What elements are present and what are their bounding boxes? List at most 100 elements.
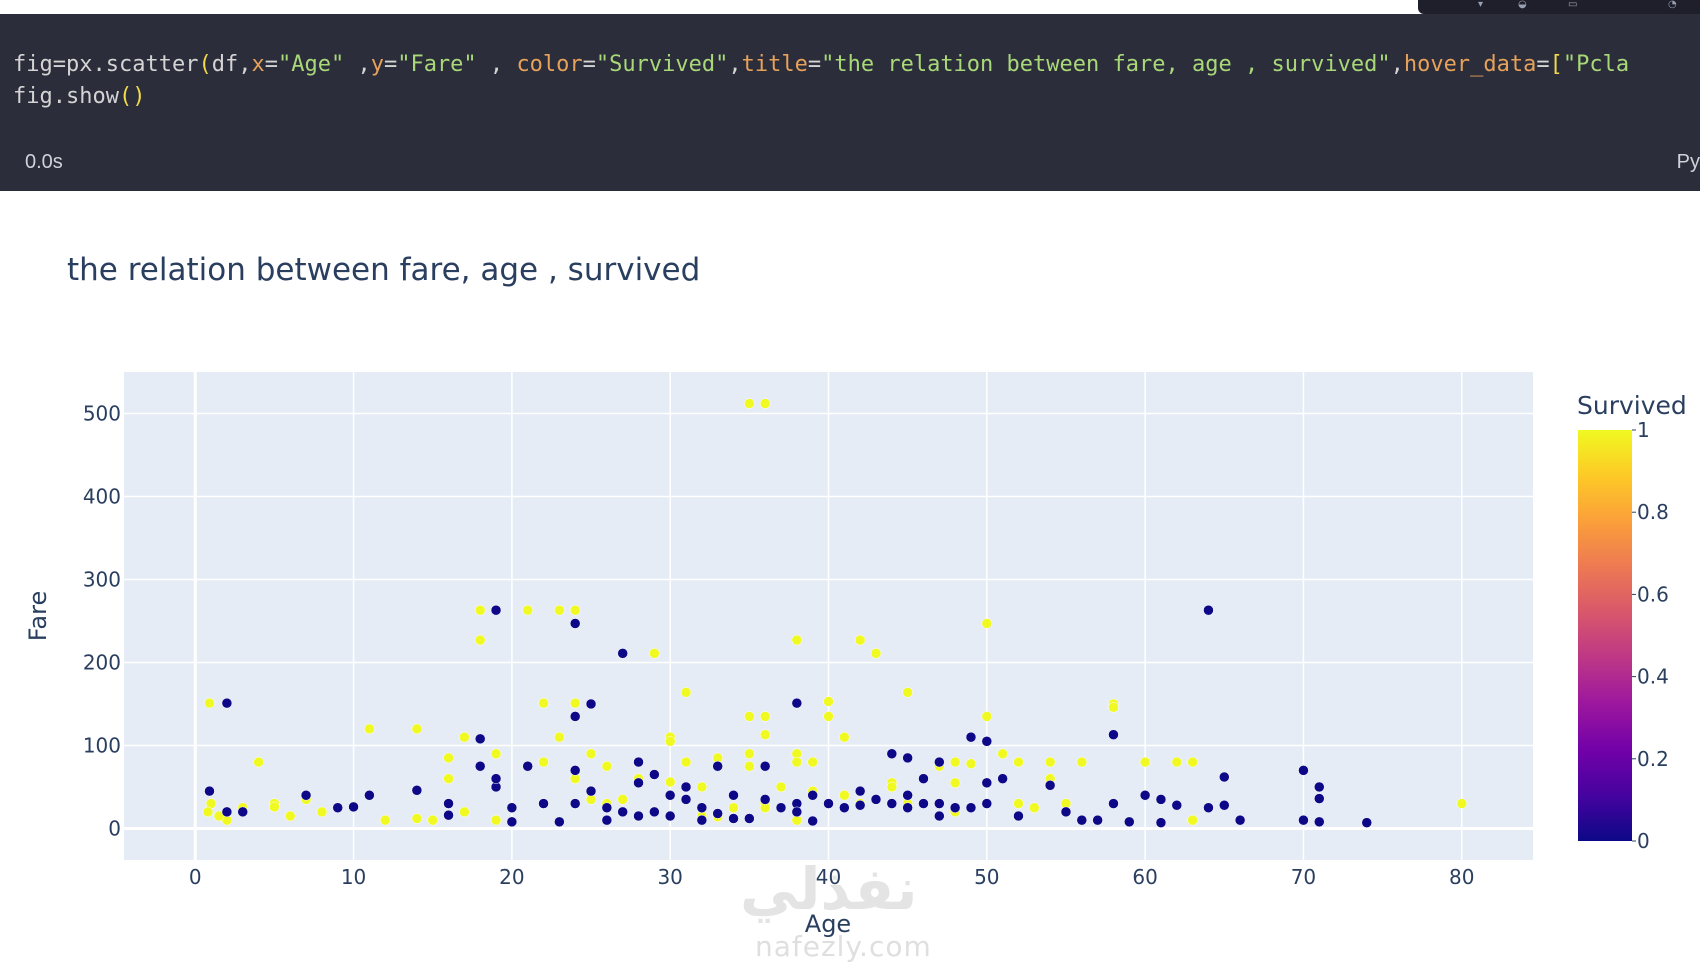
scatter-point-survived-1[interactable] [554,604,565,616]
scatter-point-survived-0[interactable] [1219,771,1230,783]
scatter-point-survived-0[interactable] [1219,799,1230,811]
scatter-point-survived-0[interactable] [934,810,945,822]
scatter-point-survived-0[interactable] [934,756,945,768]
scatter-point-survived-0[interactable] [204,785,215,797]
scatter-point-survived-1[interactable] [664,736,676,747]
scatter-point-survived-1[interactable] [775,781,787,793]
scatter-point-survived-0[interactable] [823,798,834,809]
scatter-point-survived-0[interactable] [965,802,977,813]
scatter-point-survived-0[interactable] [1234,814,1246,826]
scatter-point-survived-1[interactable] [538,756,549,768]
scatter-point-survived-1[interactable] [522,604,533,616]
scatter-point-survived-1[interactable] [680,687,692,698]
scatter-point-survived-0[interactable] [728,813,739,824]
scatter-point-survived-1[interactable] [981,618,993,629]
scatter-point-survived-0[interactable] [1361,817,1373,828]
scatter-point-survived-0[interactable] [870,794,882,805]
scatter-point-survived-0[interactable] [807,815,818,827]
scatter-point-survived-1[interactable] [744,748,755,760]
scatter-point-survived-1[interactable] [1029,802,1040,813]
scatter-point-survived-1[interactable] [759,398,771,409]
scatter-point-survived-0[interactable] [965,731,977,743]
scatter-point-survived-0[interactable] [981,736,993,747]
scatter-point-survived-0[interactable] [680,781,692,793]
scatter-point-survived-0[interactable] [411,785,423,796]
scatter-point-survived-1[interactable] [427,814,438,826]
scatter-point-survived-0[interactable] [633,810,644,822]
scatter-point-survived-0[interactable] [1076,814,1088,826]
scatter-point-survived-0[interactable] [300,790,312,801]
scatter-point-survived-0[interactable] [221,806,233,818]
scatter-point-survived-1[interactable] [490,748,502,760]
scatter-point-survived-1[interactable] [1108,702,1119,713]
scatter-point-survived-1[interactable] [1139,756,1151,768]
scatter-point-survived-1[interactable] [1013,798,1024,809]
scatter-point-survived-0[interactable] [1044,780,1056,791]
scatter-point-survived-1[interactable] [744,398,755,409]
scatter-point-survived-0[interactable] [506,816,518,828]
scatter-point-survived-1[interactable] [1456,798,1468,809]
scatter-point-survived-0[interactable] [775,802,787,813]
scatter-point-survived-0[interactable] [1171,799,1183,811]
scatter-point-survived-1[interactable] [965,758,977,769]
scatter-point-survived-0[interactable] [443,809,454,821]
scatter-point-survived-1[interactable] [1013,756,1024,768]
scatter-point-survived-0[interactable] [791,806,803,818]
scatter-point-survived-1[interactable] [1076,756,1088,768]
scatter-point-survived-1[interactable] [601,760,613,772]
scatter-point-survived-1[interactable] [886,781,898,793]
scatter-point-survived-0[interactable] [1314,816,1325,828]
scatter-point-survived-1[interactable] [474,604,486,616]
scatter-point-survived-1[interactable] [617,794,628,805]
scatter-point-survived-1[interactable] [791,634,803,646]
scatter-point-survived-1[interactable] [269,801,280,813]
scatter-point-survived-0[interactable] [981,798,993,809]
scatter-point-survived-0[interactable] [569,765,581,776]
scatter-point-survived-1[interactable] [759,711,771,722]
scatter-point-survived-0[interactable] [712,760,723,772]
scatter-point-survived-0[interactable] [601,802,613,813]
scatter-point-survived-0[interactable] [902,752,913,764]
scatter-point-survived-1[interactable] [759,729,771,740]
scatter-point-survived-1[interactable] [364,723,375,735]
scatter-point-survived-1[interactable] [204,697,215,709]
scatter-point-survived-0[interactable] [886,798,898,809]
scatter-point-survived-1[interactable] [664,776,676,788]
scatter-point-survived-0[interactable] [1203,604,1214,616]
scatter-point-survived-1[interactable] [1044,756,1056,768]
scatter-point-survived-0[interactable] [538,798,549,809]
scatter-point-survived-0[interactable] [1124,816,1135,828]
scatter-point-survived-0[interactable] [569,798,581,809]
scatter-point-survived-1[interactable] [443,773,454,784]
scatter-point-survived-0[interactable] [490,773,502,784]
scatter-point-survived-0[interactable] [997,773,1008,784]
scatter-point-survived-0[interactable] [601,814,613,826]
scatter-point-survived-0[interactable] [554,816,565,828]
scatter-point-survived-1[interactable] [284,810,296,822]
scatter-point-survived-1[interactable] [569,604,581,616]
scatter-point-survived-1[interactable] [791,756,803,768]
scatter-point-survived-1[interactable] [569,697,581,709]
scatter-point-survived-0[interactable] [364,790,375,801]
scatter-point-survived-0[interactable] [1108,729,1119,740]
scatter-point-survived-1[interactable] [585,748,597,760]
scatter-point-survived-0[interactable] [569,711,581,722]
scatter-point-survived-0[interactable] [443,798,454,809]
scatter-point-survived-1[interactable] [696,781,708,793]
scatter-point-survived-1[interactable] [474,634,486,646]
scatter-point-survived-1[interactable] [1171,756,1183,768]
scatter-point-survived-0[interactable] [1155,794,1167,805]
scatter-point-survived-0[interactable] [902,802,913,813]
scatter-point-survived-0[interactable] [474,760,486,772]
scatter-point-survived-0[interactable] [664,810,676,822]
scatter-point-survived-0[interactable] [949,802,961,813]
scatter-point-survived-0[interactable] [1203,802,1214,813]
scatter-point-survived-0[interactable] [902,790,913,801]
scatter-point-survived-0[interactable] [617,648,628,659]
scatter-point-survived-0[interactable] [221,697,233,709]
scatter-point-survived-1[interactable] [443,752,454,764]
scatter-point-survived-0[interactable] [759,760,771,772]
scatter-point-survived-1[interactable] [202,806,214,818]
scatter-point-survived-0[interactable] [744,813,755,824]
scatter-point-survived-1[interactable] [870,648,882,659]
